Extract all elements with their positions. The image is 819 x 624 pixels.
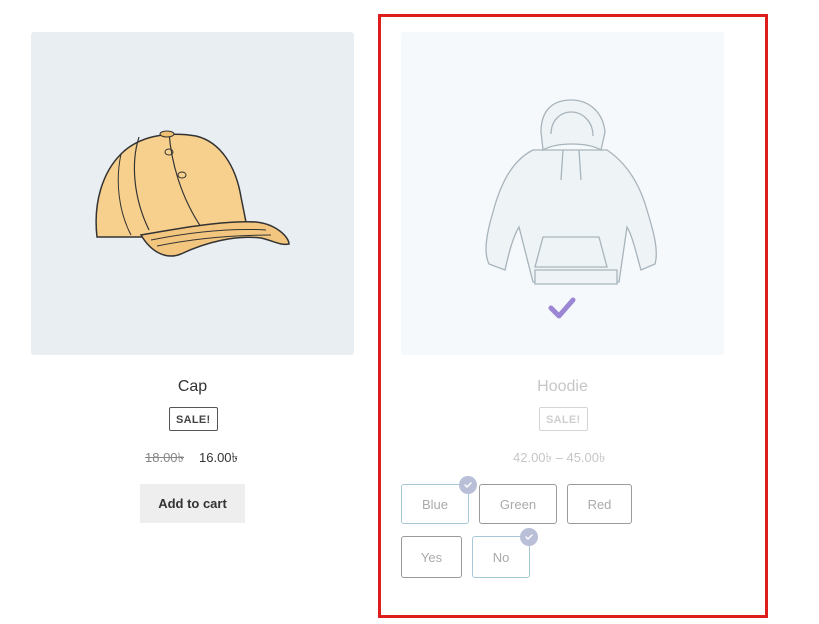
swatch-label: No	[492, 549, 510, 565]
sale-price: 16.00৳	[199, 450, 239, 465]
cap-illustration-icon	[95, 130, 290, 257]
swatch-color-green[interactable]: Green	[479, 484, 557, 524]
product-image-hoodie[interactable]	[401, 32, 724, 355]
product-title-hoodie[interactable]: Hoodie	[401, 378, 724, 396]
swatch-color-blue[interactable]: Blue	[401, 476, 477, 524]
old-price: 18.00৳	[145, 450, 185, 465]
add-to-cart-button[interactable]: Add to cart	[140, 484, 245, 523]
product-image-cap[interactable]	[31, 32, 354, 355]
swatch-label: Green	[499, 496, 537, 512]
sale-badge: SALE!	[169, 407, 218, 431]
check-badge-icon	[520, 528, 538, 546]
sale-badge: SALE!	[539, 407, 588, 431]
hoodie-illustration-icon	[485, 99, 657, 319]
price-range: 42.00৳ – 45.00৳	[513, 450, 606, 465]
swatch-logo-yes[interactable]: Yes	[401, 536, 462, 578]
swatch-label: Blue	[421, 496, 449, 512]
product-title-cap[interactable]: Cap	[31, 378, 354, 396]
swatch-label: Red	[587, 496, 612, 512]
swatch-color-red[interactable]: Red	[567, 484, 632, 524]
swatch-logo-no[interactable]: No	[472, 528, 538, 578]
checkmark-icon	[548, 297, 576, 319]
swatch-label: Yes	[420, 549, 443, 565]
check-badge-icon	[459, 476, 477, 494]
